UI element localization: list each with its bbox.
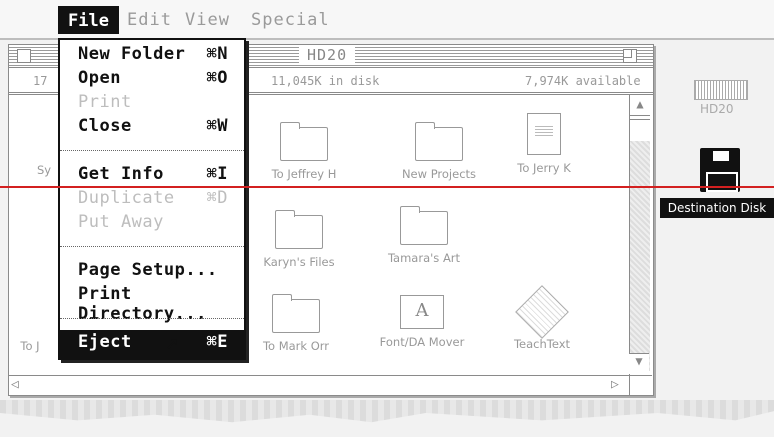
icon-label: To Mark Orr [262, 339, 330, 353]
menu-item-label: Duplicate [78, 188, 175, 208]
document-icon-item[interactable]: To Jerry K [489, 113, 599, 175]
window-title: HD20 [299, 46, 356, 64]
scroll-right-arrow-icon[interactable]: ▷ [611, 377, 619, 392]
scroll-left-arrow-icon[interactable]: ◁ [11, 377, 19, 392]
menu-file[interactable]: File [58, 6, 119, 34]
icon-label: New Projects [401, 167, 477, 181]
menu-special[interactable]: Special [251, 10, 330, 30]
hard-disk-icon[interactable] [694, 80, 748, 100]
annotation-line [0, 186, 774, 188]
grow-box-icon[interactable] [629, 375, 652, 395]
menu-separator [60, 150, 244, 151]
shortcut-label: ⌘D [206, 188, 228, 208]
menu-item-get-info[interactable]: Get Info ⌘I [78, 164, 238, 184]
folder-icon [415, 122, 463, 161]
menu-item-eject[interactable]: Eject ⌘E [78, 332, 238, 352]
disk-available: 7,974K available [525, 74, 641, 88]
folder-icon-item[interactable]: Karyn's Files [244, 210, 354, 269]
menu-view[interactable]: View [185, 10, 230, 30]
folder-icon [400, 206, 448, 245]
shortcut-label: ⌘N [206, 44, 228, 64]
menu-item-open[interactable]: Open ⌘O [78, 68, 238, 88]
destination-disk-label: Destination Disk [660, 198, 774, 218]
application-icon-item[interactable]: A Font/DA Mover [367, 295, 477, 349]
item-count: 17 [33, 74, 48, 88]
disk-shutter [713, 151, 729, 161]
shortcut-label: ⌘O [206, 68, 228, 88]
menu-separator [60, 246, 244, 247]
scroll-up-arrow-icon[interactable]: ▲ [630, 97, 650, 116]
menu-item-label: Page Setup... [78, 260, 218, 280]
menu-item-page-setup[interactable]: Page Setup... [78, 260, 238, 280]
menu-edit[interactable]: Edit [127, 10, 172, 30]
menu-item-close[interactable]: Close ⌘W [78, 116, 238, 136]
menu-item-label: Get Info [78, 164, 164, 184]
folder-icon-item[interactable]: To Jeffrey H [249, 122, 359, 181]
menu-bar: File Edit View Special [0, 0, 774, 40]
teachtext-icon [515, 285, 569, 339]
menu-item-label: Close [78, 116, 132, 136]
scroll-down-arrow-icon[interactable]: ▼ [629, 353, 649, 374]
vertical-scrollbar[interactable]: ▲ [629, 95, 652, 375]
shortcut-label: ⌘E [206, 332, 228, 352]
folder-icon [275, 210, 323, 249]
menu-item-label: Eject [78, 332, 132, 352]
menu-item-label: Open [78, 68, 121, 88]
menu-separator [60, 318, 244, 319]
application-icon-item[interactable]: TeachText [487, 285, 597, 351]
close-box-icon[interactable] [17, 49, 31, 63]
menu-item-label: Put Away [78, 212, 164, 232]
mouse-pointer-icon: ➚ [166, 332, 179, 356]
menu-item-duplicate: Duplicate ⌘D [78, 188, 238, 208]
hd20-label: HD20 [700, 102, 734, 116]
file-menu-dropdown: New Folder ⌘N Open ⌘O Print Close ⌘W Get… [58, 38, 246, 360]
menu-item-label: Print [78, 92, 132, 112]
folder-icon [272, 294, 320, 333]
scroll-thumb[interactable] [630, 119, 650, 143]
document-icon [527, 113, 561, 155]
shortcut-label: ⌘I [206, 164, 228, 184]
icon-label: Karyn's Files [263, 255, 335, 269]
zoom-box-icon[interactable] [623, 49, 637, 63]
folder-icon [280, 122, 328, 161]
scroll-track[interactable] [630, 141, 650, 371]
torn-edge-decoration [0, 400, 774, 423]
folder-icon-item[interactable]: New Projects [384, 122, 494, 181]
icon-label: TeachText [513, 337, 571, 351]
menu-item-print: Print [78, 92, 238, 112]
icon-label: Font/DA Mover [379, 335, 465, 349]
horizontal-scrollbar[interactable]: ◁ ▷ [9, 375, 629, 395]
icon-label: Tamara's Art [387, 251, 461, 265]
font-da-mover-icon: A [400, 295, 444, 329]
icon-label: To Jerry K [517, 161, 571, 175]
menu-item-new-folder[interactable]: New Folder ⌘N [78, 44, 238, 64]
menu-item-label: New Folder [78, 44, 186, 64]
folder-icon-item[interactable]: To Mark Orr [241, 294, 351, 353]
menu-item-put-away: Put Away [78, 212, 238, 232]
shortcut-label: ⌘W [206, 116, 228, 136]
icon-label: To Jeffrey H [271, 167, 337, 181]
disk-label-area [706, 172, 738, 192]
disk-usage: 11,045K in disk [271, 74, 380, 88]
folder-icon-item[interactable]: Tamara's Art [369, 206, 479, 265]
